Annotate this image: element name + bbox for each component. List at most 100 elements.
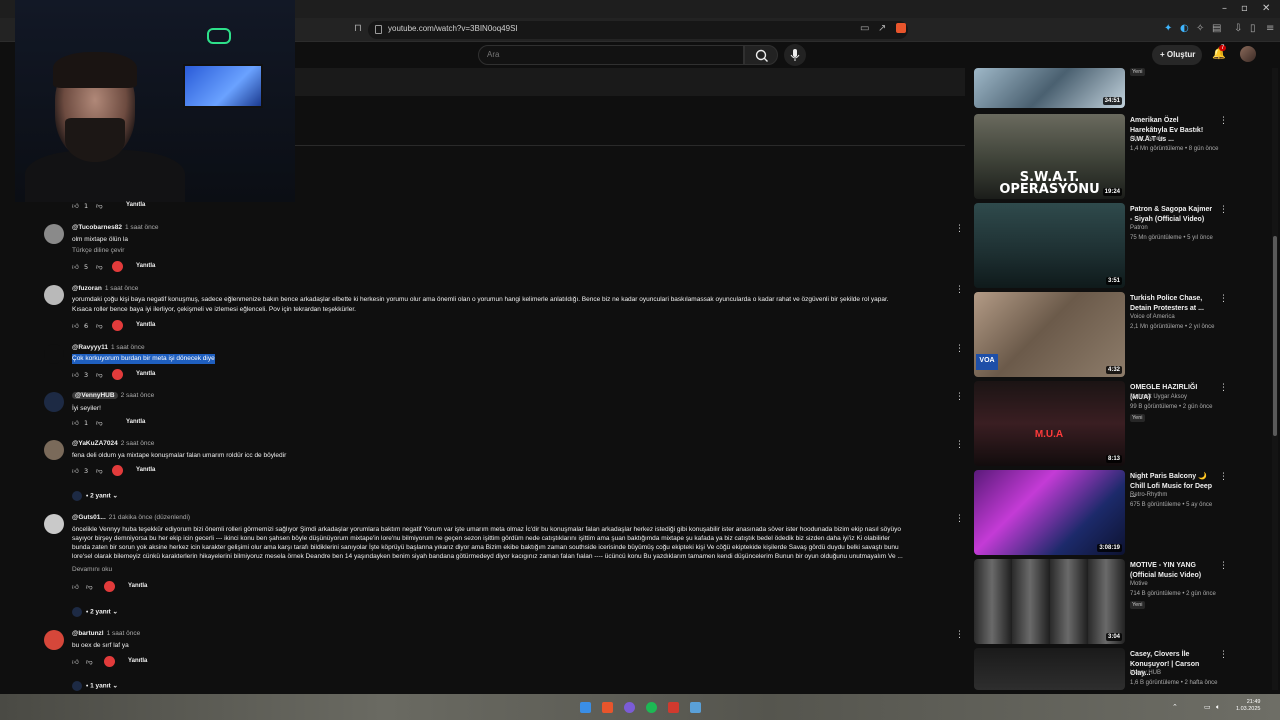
avatar[interactable] bbox=[44, 630, 64, 650]
channel-name[interactable]: Voice of America bbox=[1130, 314, 1175, 320]
like-icon[interactable]: 👍︎ bbox=[72, 263, 79, 271]
channel-name[interactable]: Venny HUB bbox=[1130, 670, 1161, 676]
reader-icon[interactable]: ▯ bbox=[1250, 23, 1256, 34]
maximize-icon[interactable]: ▫ bbox=[1241, 3, 1248, 14]
video-menu-icon[interactable]: ⋮ bbox=[1219, 116, 1228, 126]
video-thumbnail[interactable]: 3:08:19 bbox=[974, 470, 1125, 555]
download-icon[interactable]: ⇩ bbox=[1234, 23, 1242, 34]
account-avatar[interactable] bbox=[1240, 46, 1256, 62]
video-menu-icon[interactable]: ⋮ bbox=[1219, 561, 1228, 571]
comment-author[interactable]: @Tucobarnes82 bbox=[72, 224, 122, 231]
like-icon[interactable]: 👍︎ bbox=[72, 419, 79, 427]
comment-menu-icon[interactable]: ⋮ bbox=[955, 440, 964, 450]
video-title[interactable]: Turkish Police Chase, Detain Protesters … bbox=[1130, 294, 1216, 313]
comment-author[interactable]: @fuzoran bbox=[72, 285, 102, 292]
dislike-icon[interactable]: 👎︎ bbox=[96, 202, 103, 210]
like-icon[interactable]: 👍︎ bbox=[72, 202, 79, 210]
reply-button[interactable]: Yanıtla bbox=[128, 658, 147, 664]
comment-menu-icon[interactable]: ⋮ bbox=[955, 392, 964, 402]
comment-author[interactable]: @Guts01... bbox=[72, 514, 106, 521]
avatar[interactable] bbox=[44, 224, 64, 244]
extension-icon-2[interactable]: ◐ bbox=[1180, 23, 1189, 34]
channel-name[interactable]: Patron bbox=[1130, 225, 1148, 231]
dislike-icon[interactable]: 👎︎ bbox=[96, 263, 103, 271]
reply-button[interactable]: Yanıtla bbox=[136, 322, 155, 328]
create-button[interactable]: + Oluştur bbox=[1152, 45, 1202, 65]
dislike-icon[interactable]: 👎︎ bbox=[86, 658, 93, 666]
video-thumbnail[interactable]: M.U.A 8:13 bbox=[974, 381, 1125, 466]
extension-icon[interactable]: ✦ bbox=[1164, 23, 1172, 34]
video-thumbnail[interactable] bbox=[974, 648, 1125, 690]
video-menu-icon[interactable]: ⋮ bbox=[1219, 650, 1228, 660]
comment-time[interactable]: 2 saat önce bbox=[121, 392, 155, 399]
read-more-link[interactable]: Devamını oku bbox=[72, 566, 112, 573]
comment-menu-icon[interactable]: ⋮ bbox=[955, 344, 964, 354]
reply-button[interactable]: Yanıtla bbox=[126, 419, 145, 425]
replies-toggle[interactable]: • 2 yanıt ⌄ bbox=[72, 491, 118, 501]
comment-time[interactable]: 1 saat önce bbox=[125, 224, 159, 231]
video-thumbnail[interactable]: 3:04 bbox=[974, 559, 1125, 644]
dislike-icon[interactable]: 👎︎ bbox=[96, 467, 103, 475]
avatar[interactable] bbox=[44, 344, 64, 364]
search-input[interactable]: Ara bbox=[478, 45, 744, 65]
bookmark-icon[interactable]: ⊓ bbox=[354, 23, 362, 34]
video-menu-icon[interactable]: ⋮ bbox=[1219, 205, 1228, 215]
channel-name[interactable]: Retro-Rhythm bbox=[1130, 492, 1167, 498]
comment-time[interactable]: 1 saat önce bbox=[107, 630, 141, 637]
dislike-icon[interactable]: 👎︎ bbox=[86, 583, 93, 591]
comment-time[interactable]: 2 saat önce bbox=[121, 440, 155, 447]
reply-button[interactable]: Yanıtla bbox=[136, 467, 155, 473]
page-scrollbar-thumb[interactable] bbox=[1273, 236, 1277, 436]
comment-author[interactable]: @bartunzl bbox=[72, 630, 104, 637]
avatar[interactable] bbox=[44, 392, 64, 412]
volume-icon[interactable]: 🔈︎ bbox=[1216, 703, 1220, 712]
like-icon[interactable]: 👍︎ bbox=[72, 658, 79, 666]
like-icon[interactable]: 👍︎ bbox=[72, 322, 79, 330]
comment-author[interactable]: @YaKuZA7024 bbox=[72, 440, 118, 447]
video-menu-icon[interactable]: ⋮ bbox=[1219, 472, 1228, 482]
video-title[interactable]: Patron & Sagopa Kajmer - Siyah (Official… bbox=[1130, 205, 1216, 224]
site-info-icon[interactable] bbox=[375, 25, 382, 34]
start-menu-icon[interactable] bbox=[580, 702, 591, 713]
reply-button[interactable]: Yanıtla bbox=[136, 263, 155, 269]
sidebar-toggle-icon[interactable]: ▤ bbox=[1212, 23, 1221, 34]
cast-icon[interactable]: ▭ bbox=[860, 23, 869, 34]
channel-name[interactable]: Alper Rende bbox=[1130, 136, 1163, 142]
minimize-icon[interactable]: – bbox=[1222, 3, 1227, 14]
dislike-icon[interactable]: 👎︎ bbox=[96, 322, 103, 330]
comment-time[interactable]: 21 dakika önce (düzenlendi) bbox=[109, 514, 190, 521]
url-field[interactable]: youtube.com/watch?v=3BIN0oq49SI bbox=[368, 21, 908, 39]
discord-icon[interactable] bbox=[624, 702, 635, 713]
brave-browser-icon[interactable] bbox=[602, 702, 613, 713]
channel-name[interactable]: Motive bbox=[1130, 581, 1148, 587]
tray-chevron-icon[interactable]: ⌃ bbox=[1172, 703, 1178, 711]
avatar[interactable] bbox=[44, 440, 64, 460]
spotify-icon[interactable] bbox=[646, 702, 657, 713]
reply-button[interactable]: Yanıtla bbox=[128, 583, 147, 589]
taskbar-clock[interactable]: 21:49 1.03.2025 bbox=[1236, 699, 1260, 713]
comment-menu-icon[interactable]: ⋮ bbox=[955, 285, 964, 295]
browser-menu-icon[interactable]: ≡ bbox=[1266, 23, 1274, 34]
dislike-icon[interactable]: 👎︎ bbox=[96, 419, 103, 427]
video-title[interactable]: MOTIVE - YIN YANG (Official Music Video) bbox=[1130, 561, 1216, 580]
voice-search-button[interactable] bbox=[784, 44, 806, 66]
network-icon[interactable]: ▭ bbox=[1204, 703, 1211, 711]
app-icon-2[interactable] bbox=[690, 702, 701, 713]
video-thumbnail[interactable]: VOA 4:32 bbox=[974, 292, 1125, 377]
reply-button[interactable]: Yanıtla bbox=[126, 202, 145, 208]
avatar[interactable] bbox=[44, 285, 64, 305]
channel-name[interactable]: Mehmet Uygar Aksoy bbox=[1130, 394, 1187, 400]
reply-button[interactable]: Yanıtla bbox=[136, 371, 155, 377]
video-thumbnail[interactable]: 34:51 bbox=[974, 68, 1125, 108]
comment-time[interactable]: 1 saat önce bbox=[111, 344, 145, 351]
video-menu-icon[interactable]: ⋮ bbox=[1219, 383, 1228, 393]
share-icon[interactable]: ↗ bbox=[878, 23, 886, 34]
search-button[interactable] bbox=[744, 45, 778, 65]
close-window-icon[interactable]: ✕ bbox=[1262, 3, 1270, 14]
replies-toggle[interactable]: • 2 yanıt ⌄ bbox=[72, 607, 118, 617]
comment-menu-icon[interactable]: ⋮ bbox=[955, 224, 964, 234]
comment-time[interactable]: 1 saat önce bbox=[105, 285, 139, 292]
comment-menu-icon[interactable]: ⋮ bbox=[955, 514, 964, 524]
comment-menu-icon[interactable]: ⋮ bbox=[955, 630, 964, 640]
translate-link[interactable]: Türkçe diline çevir bbox=[72, 247, 124, 254]
